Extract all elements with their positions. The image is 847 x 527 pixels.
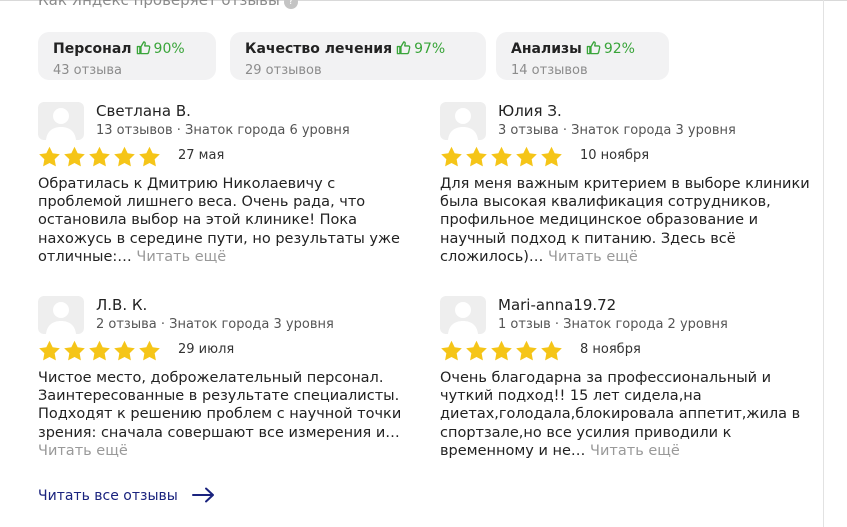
- thumbs-up-icon: [136, 40, 151, 60]
- star-icon: [89, 146, 110, 167]
- review-text: Очень благодарна за профессиональный и ч…: [440, 369, 815, 460]
- review-author[interactable]: Mari-anna19.72: [498, 296, 616, 314]
- review-date: 29 июля: [178, 342, 235, 357]
- review-author-meta: 1 отзыв · Знаток города 2 уровня: [498, 317, 728, 332]
- star-icon: [64, 340, 85, 361]
- star-icon: [441, 340, 462, 361]
- aspect-count: 43 отзыва: [53, 63, 123, 78]
- star-icon: [541, 146, 562, 167]
- aspect-chip-treatment-quality[interactable]: Качество лечения 97% 29 отзывов: [230, 32, 486, 80]
- aspect-name: Персонал: [53, 41, 132, 57]
- user-placeholder-icon[interactable]: [440, 102, 486, 140]
- how-check-link[interactable]: Как Яндекс проверяет отзывы?: [38, 0, 298, 9]
- star-icon: [466, 340, 487, 361]
- read-more-link[interactable]: Читать ещё: [548, 249, 638, 265]
- star-icon: [64, 146, 85, 167]
- review-author[interactable]: Л.В. К.: [96, 296, 147, 314]
- aspect-name: Качество лечения: [245, 41, 393, 57]
- star-icon: [139, 146, 160, 167]
- aspect-percent: 90%: [153, 41, 185, 57]
- review-author-meta: 2 отзыва · Знаток города 3 уровня: [96, 317, 334, 332]
- read-more-link[interactable]: Читать ещё: [590, 443, 680, 459]
- review-rating: [38, 340, 163, 365]
- aspect-count: 29 отзывов: [245, 63, 322, 78]
- review-text-body: Чистое место, доброжелательный персонал.…: [38, 370, 402, 441]
- review-card: Юлия З. 3 отзыва · Знаток города 3 уровн…: [440, 102, 820, 282]
- user-placeholder-icon[interactable]: [38, 296, 84, 334]
- right-divider: [823, 0, 824, 527]
- star-icon: [139, 340, 160, 361]
- star-icon: [491, 340, 512, 361]
- arrow-right-icon: [191, 487, 216, 507]
- review-card: Л.В. К. 2 отзыва · Знаток города 3 уровн…: [38, 296, 418, 476]
- thumbs-up-icon: [396, 40, 411, 60]
- reviews-page: Как Яндекс проверяет отзывы? Персонал 90%…: [0, 0, 847, 527]
- thumbs-up-icon: [586, 40, 601, 60]
- how-check-label: Как Яндекс проверяет отзывы: [38, 0, 280, 9]
- all-reviews-label: Читать все отзывы: [38, 488, 178, 504]
- aspect-percent: 97%: [414, 41, 446, 57]
- review-rating: [38, 146, 163, 171]
- read-more-link[interactable]: Читать ещё: [38, 443, 128, 459]
- review-text: Для меня важным критерием в выборе клини…: [440, 175, 815, 266]
- review-date: 8 ноября: [580, 342, 641, 357]
- review-card: Светлана В. 13 отзывов · Знаток города 6…: [38, 102, 418, 272]
- star-icon: [441, 146, 462, 167]
- aspect-name: Анализы: [511, 41, 582, 57]
- review-text: Чистое место, доброжелательный персонал.…: [38, 369, 413, 460]
- star-icon: [516, 146, 537, 167]
- review-date: 27 мая: [178, 148, 225, 163]
- user-placeholder-icon[interactable]: [440, 296, 486, 334]
- review-date: 10 ноября: [580, 148, 650, 163]
- review-author[interactable]: Юлия З.: [498, 102, 562, 120]
- help-icon[interactable]: ?: [283, 0, 298, 9]
- star-icon: [114, 340, 135, 361]
- aspect-chip-staff[interactable]: Персонал 90% 43 отзыва: [38, 32, 216, 80]
- aspect-percent: 92%: [603, 41, 635, 57]
- review-author-meta: 13 отзывов · Знаток города 6 уровня: [96, 123, 350, 138]
- review-author[interactable]: Светлана В.: [96, 102, 191, 120]
- aspect-count: 14 отзывов: [511, 63, 588, 78]
- aspect-chip-tests[interactable]: Анализы 92% 14 отзывов: [496, 32, 669, 80]
- star-icon: [516, 340, 537, 361]
- review-author-meta: 3 отзыва · Знаток города 3 уровня: [498, 123, 736, 138]
- star-icon: [114, 146, 135, 167]
- star-icon: [39, 340, 60, 361]
- star-icon: [39, 146, 60, 167]
- user-placeholder-icon[interactable]: [38, 102, 84, 140]
- all-reviews-link[interactable]: Читать все отзывы: [38, 487, 216, 507]
- star-icon: [466, 146, 487, 167]
- star-icon: [89, 340, 110, 361]
- read-more-link[interactable]: Читать ещё: [136, 249, 226, 265]
- review-card: Mari-anna19.72 1 отзыв · Знаток города 2…: [440, 296, 820, 476]
- star-icon: [491, 146, 512, 167]
- review-rating: [440, 340, 565, 365]
- review-rating: [440, 146, 565, 171]
- star-icon: [541, 340, 562, 361]
- review-text: Обратилась к Дмитрию Николаевичу с пробл…: [38, 175, 413, 266]
